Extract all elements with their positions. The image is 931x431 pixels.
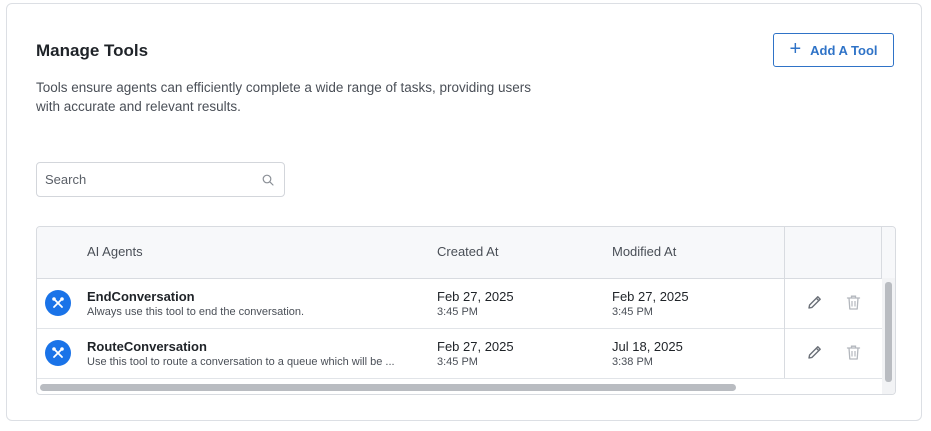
- page-title: Manage Tools: [36, 41, 149, 60]
- tool-description: Always use this tool to end the conversa…: [87, 306, 305, 318]
- column-header-created-at: Created At: [437, 244, 499, 259]
- created-time: 3:45 PM: [437, 306, 478, 318]
- table-header: AI Agents Created At Modified At: [37, 227, 895, 279]
- add-tool-label: Add A Tool: [810, 42, 878, 58]
- tool-name: RouteConversation: [87, 339, 207, 354]
- column-header-actions: [784, 227, 882, 278]
- tools-icon: [45, 340, 71, 366]
- horizontal-scrollbar-thumb[interactable]: [40, 384, 736, 391]
- row-actions: [784, 328, 882, 378]
- pencil-icon[interactable]: [806, 344, 823, 361]
- tools-icon: [45, 290, 71, 316]
- plus-icon: +: [789, 38, 802, 60]
- created-date: Feb 27, 2025: [437, 289, 514, 304]
- horizontal-scrollbar[interactable]: [37, 380, 882, 394]
- row-actions: [784, 278, 882, 328]
- search-box: [36, 162, 285, 197]
- search-input[interactable]: [37, 163, 268, 196]
- page-description: Tools ensure agents can efficiently comp…: [36, 80, 532, 114]
- table-row[interactable]: EndConversation Always use this tool to …: [37, 278, 882, 329]
- created-time: 3:45 PM: [437, 356, 478, 368]
- modified-time: 3:38 PM: [612, 356, 653, 368]
- add-tool-button[interactable]: + Add A Tool: [773, 33, 894, 67]
- tool-description: Use this tool to route a conversation to…: [87, 356, 395, 368]
- modified-date: Jul 18, 2025: [612, 339, 683, 354]
- tools-table: AI Agents Created At Modified At EndConv…: [36, 226, 896, 395]
- table-row[interactable]: RouteConversation Use this tool to route…: [37, 328, 882, 379]
- manage-tools-panel: Manage Tools Tools ensure agents can eff…: [6, 3, 922, 421]
- vertical-scrollbar-thumb[interactable]: [885, 282, 892, 382]
- search-icon: [262, 174, 274, 186]
- modified-time: 3:45 PM: [612, 306, 653, 318]
- trash-icon[interactable]: [846, 344, 861, 361]
- trash-icon[interactable]: [846, 294, 861, 311]
- column-header-ai-agents: AI Agents: [87, 244, 143, 259]
- created-date: Feb 27, 2025: [437, 339, 514, 354]
- modified-date: Feb 27, 2025: [612, 289, 689, 304]
- column-header-modified-at: Modified At: [612, 244, 677, 259]
- vertical-scrollbar[interactable]: [882, 278, 895, 394]
- pencil-icon[interactable]: [806, 294, 823, 311]
- tool-name: EndConversation: [87, 289, 195, 304]
